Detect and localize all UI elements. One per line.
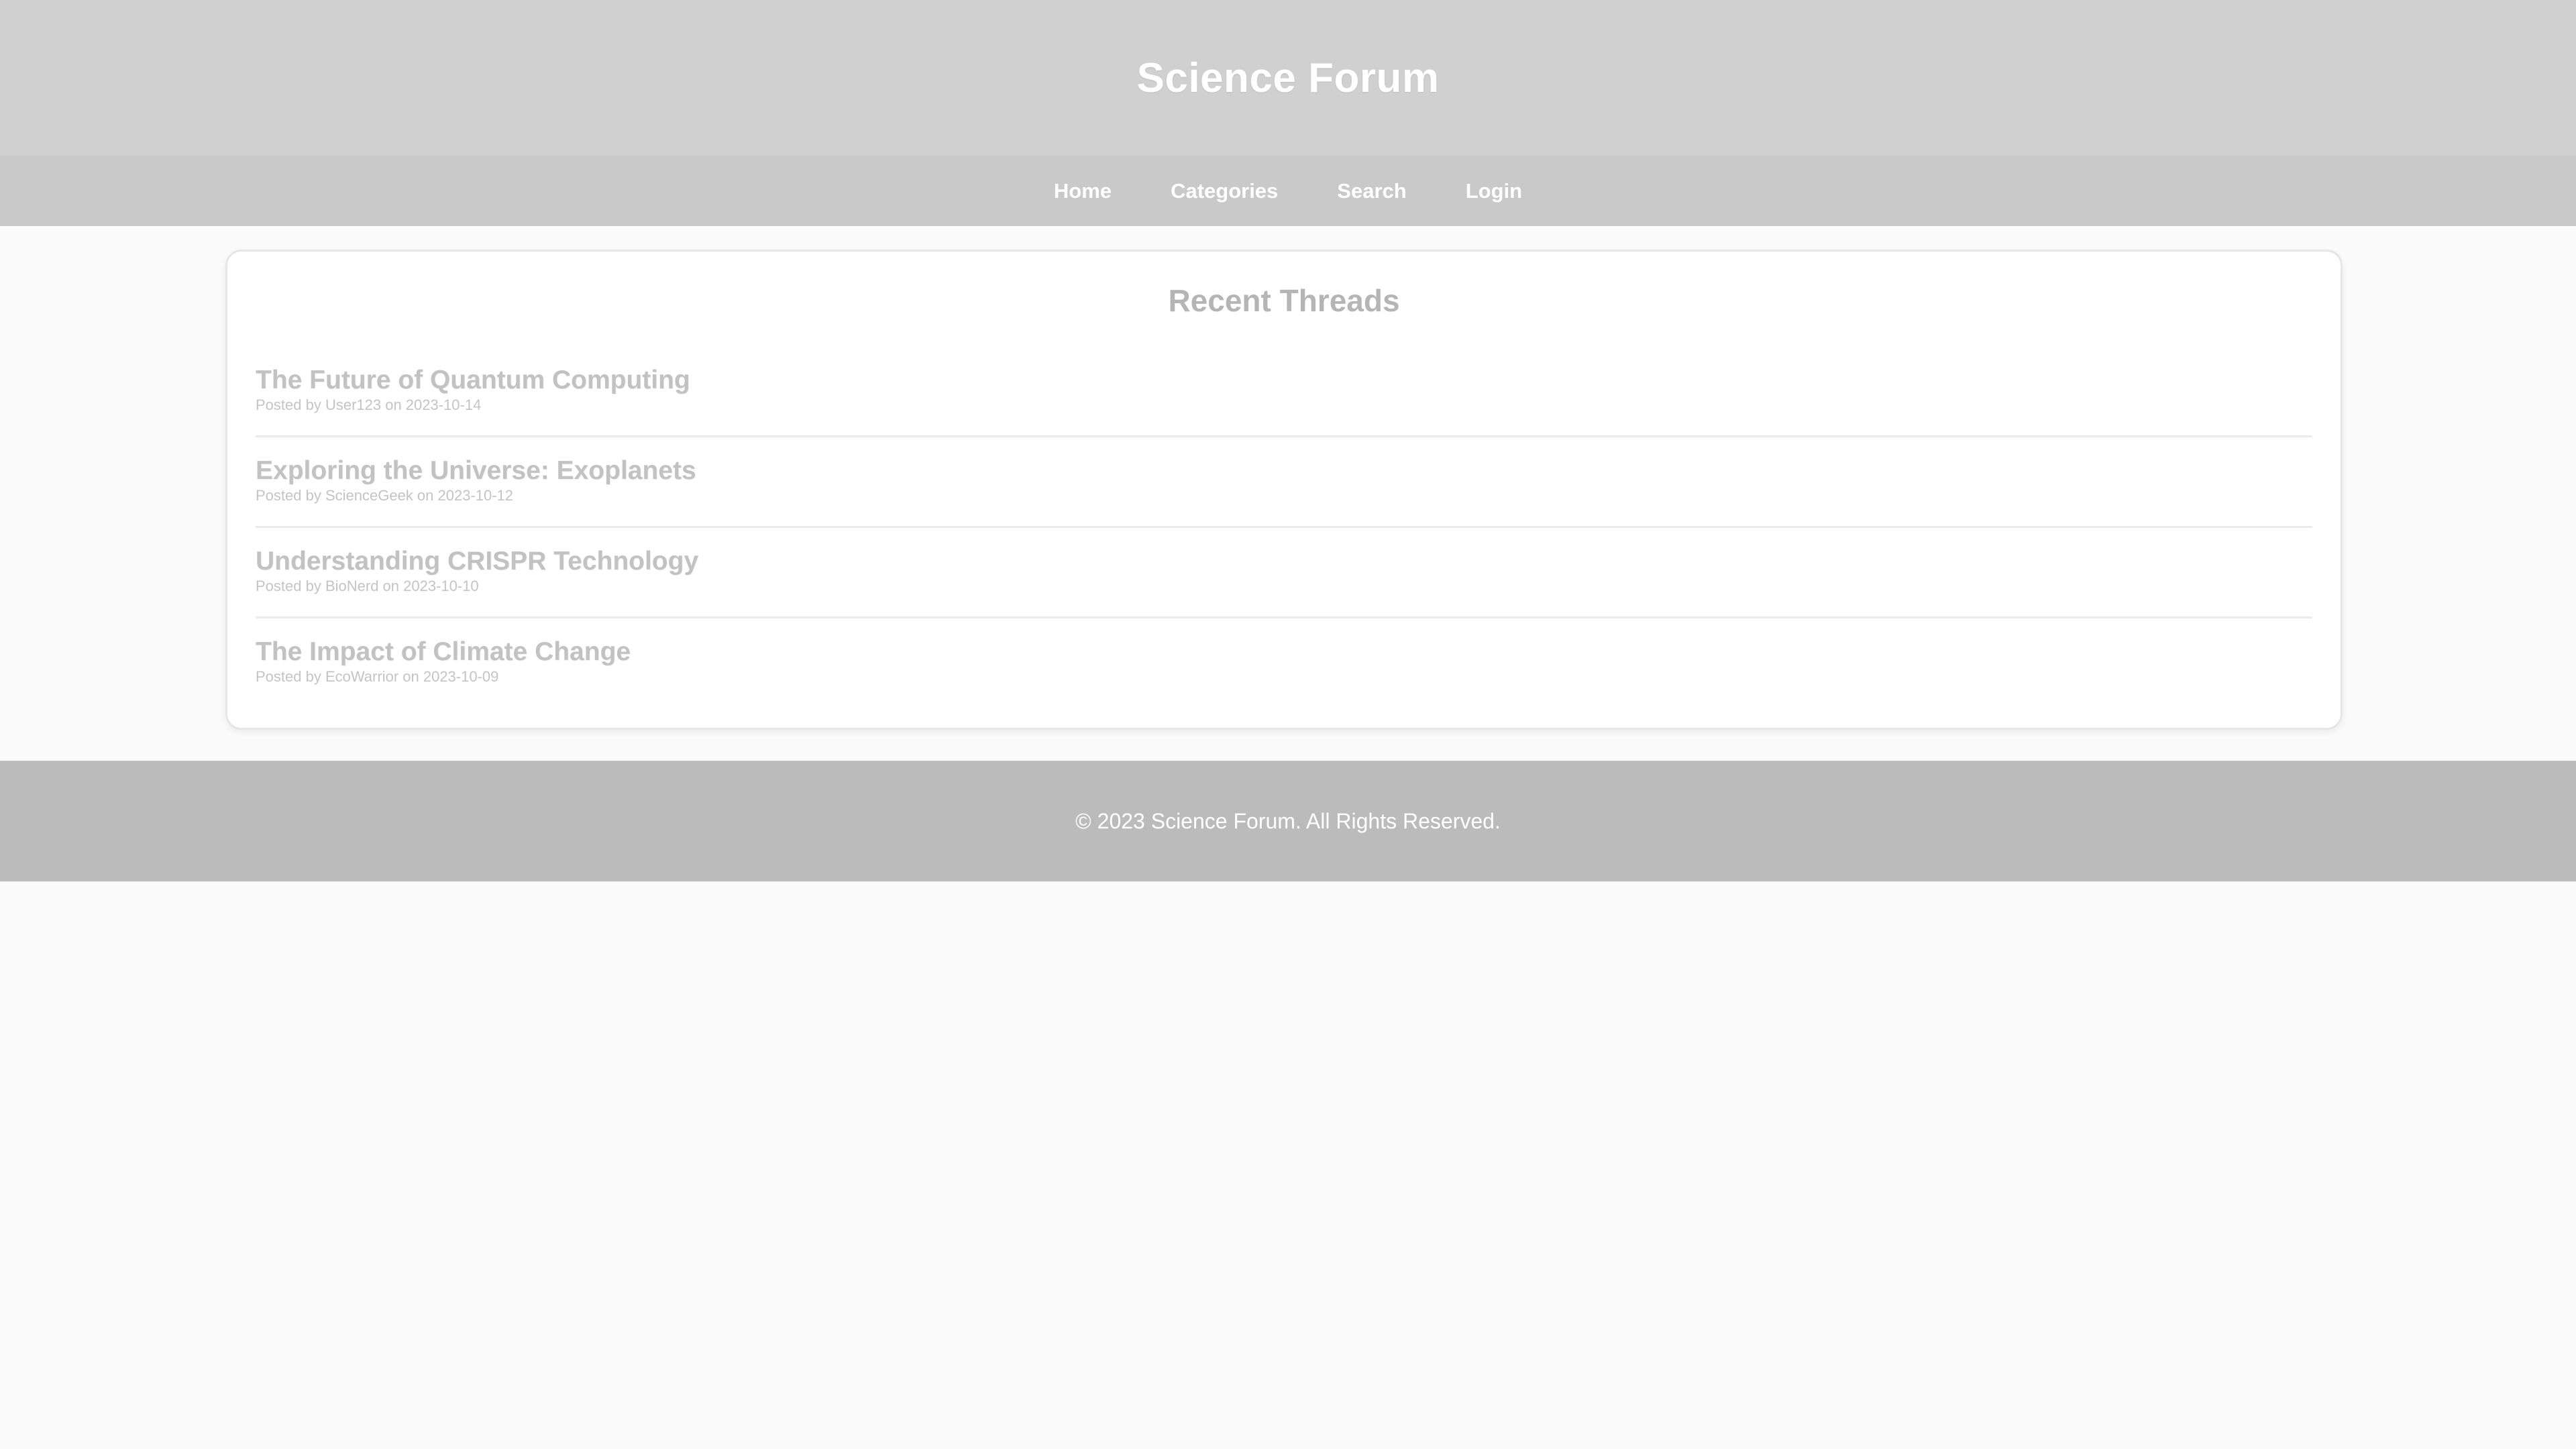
thread-list: The Future of Quantum Computing Posted b… (256, 347, 2312, 709)
nav-link-categories[interactable]: Categories (1141, 179, 1307, 203)
thread-title-link[interactable]: Understanding CRISPR Technology (256, 547, 2312, 576)
thread-meta: Posted by ScienceGeek on 2023-10-12 (256, 487, 514, 504)
thread-item: The Future of Quantum Computing Posted b… (256, 347, 2312, 437)
site-title: Science Forum (1136, 54, 1440, 101)
nav-link-home[interactable]: Home (1024, 179, 1141, 203)
thread-meta: Posted by User123 on 2023-10-14 (256, 396, 482, 413)
site-header: Science Forum (0, 0, 2576, 156)
copyright-text: © 2023 Science Forum. All Rights Reserve… (1075, 808, 1501, 833)
recent-threads-heading: Recent Threads (1168, 283, 1400, 318)
thread-title-link[interactable]: Exploring the Universe: Exoplanets (256, 456, 2312, 486)
thread-meta: Posted by BioNerd on 2023-10-10 (256, 578, 479, 594)
site-footer: © 2023 Science Forum. All Rights Reserve… (0, 761, 2576, 881)
thread-item: Exploring the Universe: Exoplanets Poste… (256, 437, 2312, 528)
main-nav: Home Categories Search Login (0, 156, 2576, 226)
thread-item: Understanding CRISPR Technology Posted b… (256, 528, 2312, 619)
thread-title-link[interactable]: The Impact of Climate Change (256, 637, 2312, 667)
thread-item: The Impact of Climate Change Posted by E… (256, 619, 2312, 709)
nav-link-login[interactable]: Login (1436, 179, 1552, 203)
recent-threads-card: Recent Threads The Future of Quantum Com… (225, 250, 2343, 730)
thread-meta: Posted by EcoWarrior on 2023-10-09 (256, 668, 499, 685)
thread-title-link[interactable]: The Future of Quantum Computing (256, 366, 2312, 395)
nav-link-search[interactable]: Search (1307, 179, 1436, 203)
